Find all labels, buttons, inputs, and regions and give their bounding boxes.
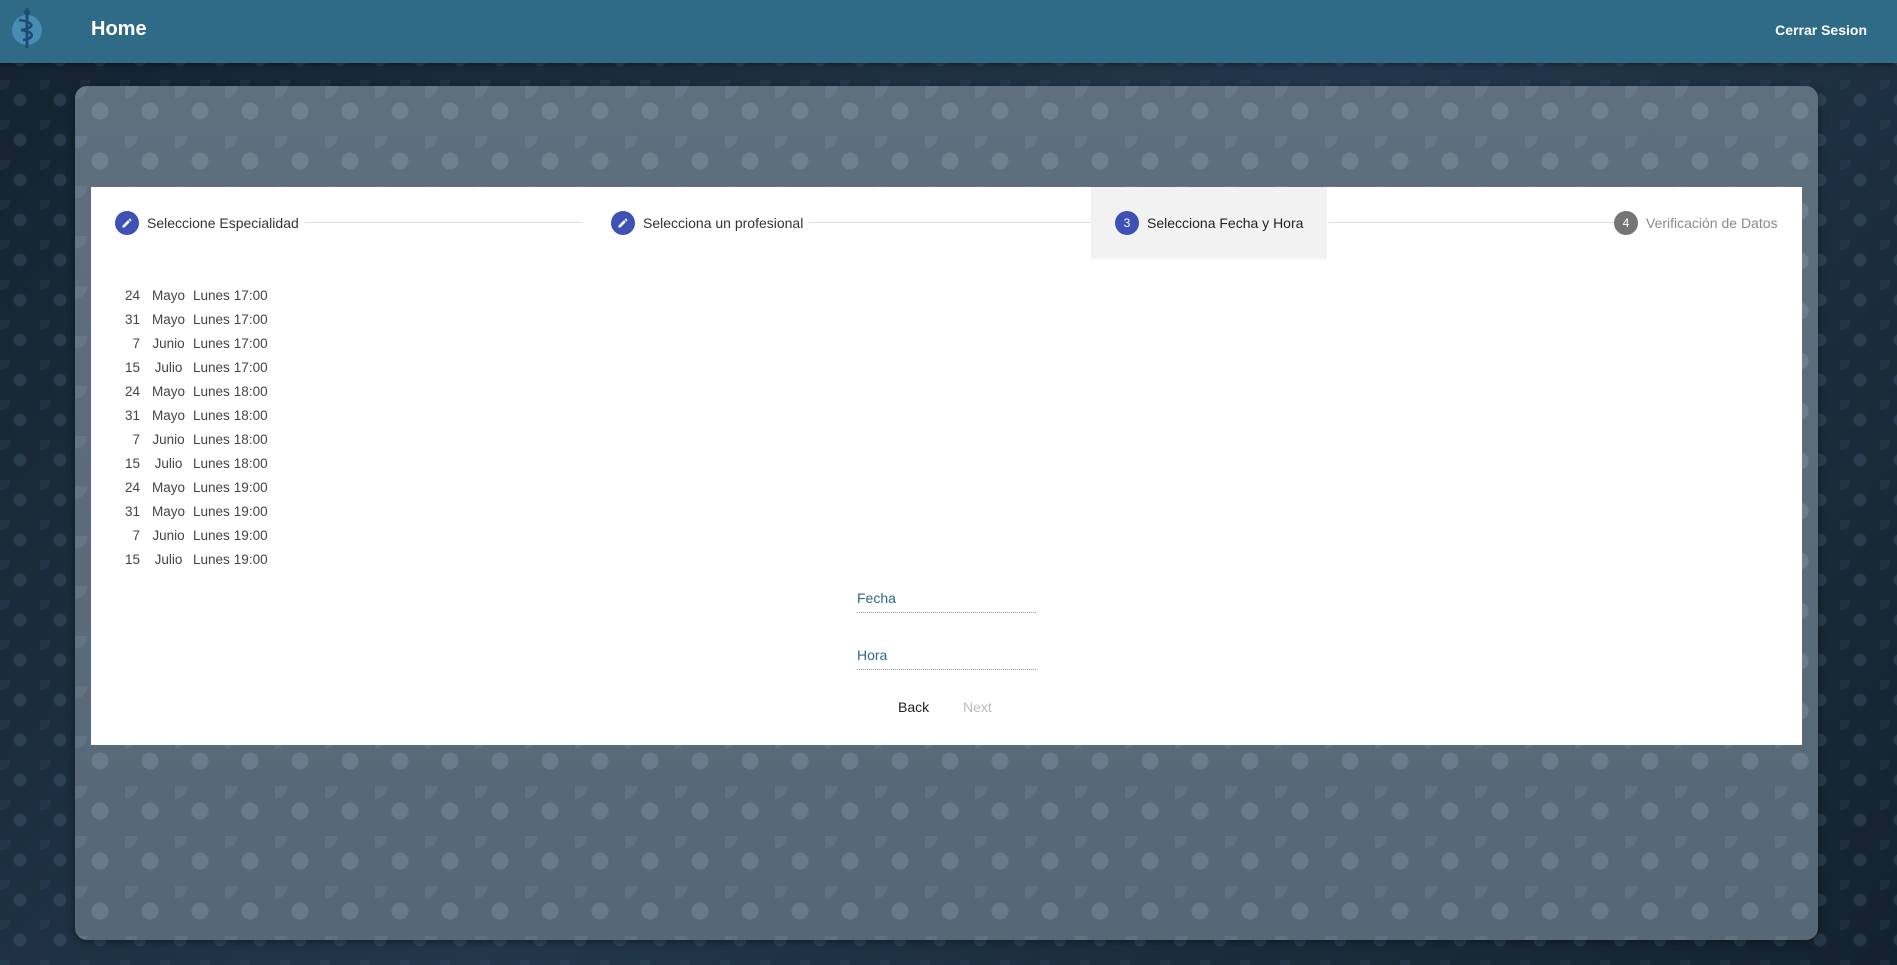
slot-day: 31 [124, 503, 140, 519]
slot-item[interactable]: 15 Julio Lunes 18:00 [121, 451, 268, 475]
slot-month: Mayo [151, 479, 185, 495]
app-title: Home [91, 18, 147, 40]
slot-day: 31 [124, 311, 140, 327]
pencil-icon [611, 211, 635, 235]
slot-time: 18:00 [233, 431, 268, 447]
slot-weekday: Lunes [193, 311, 230, 327]
step-seleccione-especialidad[interactable]: Seleccione Especialidad [115, 187, 299, 259]
stepper: Seleccione Especialidad Selecciona un pr… [91, 187, 1802, 259]
slot-weekday: Lunes [193, 359, 230, 375]
slot-time: 17:00 [233, 359, 268, 375]
slot-item[interactable]: 24 Mayo Lunes 19:00 [121, 475, 268, 499]
slot-day: 24 [124, 383, 140, 399]
slot-item[interactable]: 31 Mayo Lunes 19:00 [121, 499, 268, 523]
slot-month: Mayo [151, 503, 185, 519]
slot-time: 19:00 [233, 527, 268, 543]
slot-month: Mayo [151, 311, 185, 327]
slot-month: Junio [152, 527, 185, 543]
step-number: 4 [1614, 211, 1638, 235]
step-selecciona-fecha-hora[interactable]: 3 Selecciona Fecha y Hora [1091, 187, 1328, 259]
slot-weekday: Lunes [193, 455, 230, 471]
slot-day: 31 [124, 407, 140, 423]
top-app-bar: Home Cerrar Sesion [0, 0, 1897, 63]
step-selecciona-profesional[interactable]: Selecciona un profesional [611, 187, 803, 259]
fecha-input[interactable] [857, 586, 1040, 614]
slot-month: Julio [154, 551, 183, 567]
slot-month: Mayo [151, 407, 185, 423]
slot-weekday: Lunes [193, 431, 230, 447]
step-connector [809, 222, 1115, 223]
slot-item[interactable]: 7 Junio Lunes 17:00 [121, 331, 268, 355]
hora-field[interactable]: Hora [857, 643, 1040, 671]
slot-weekday: Lunes [193, 503, 230, 519]
logout-button[interactable]: Cerrar Sesion [1775, 22, 1867, 38]
slot-time: 19:00 [233, 479, 268, 495]
available-slots-list: 24 Mayo Lunes 17:00 31 Mayo Lunes 17:00 7 Junio… [121, 283, 268, 571]
slot-month: Mayo [151, 383, 185, 399]
slot-day: 15 [124, 551, 140, 567]
slot-time: 18:00 [233, 455, 268, 471]
step-label: Selecciona Fecha y Hora [1147, 215, 1304, 231]
slot-weekday: Lunes [193, 335, 230, 351]
slot-item[interactable]: 24 Mayo Lunes 17:00 [121, 283, 268, 307]
step-connector [1329, 222, 1621, 223]
step-label: Seleccione Especialidad [147, 215, 299, 231]
fecha-field[interactable]: Fecha [857, 586, 1040, 614]
step-verificacion-datos[interactable]: 4 Verificación de Datos [1614, 187, 1778, 259]
slot-item[interactable]: 31 Mayo Lunes 17:00 [121, 307, 268, 331]
slot-month: Mayo [151, 287, 185, 303]
appointment-card: Seleccione Especialidad Selecciona un pr… [91, 187, 1802, 745]
slot-weekday: Lunes [193, 551, 230, 567]
slot-weekday: Lunes [193, 383, 230, 399]
slot-day: 24 [124, 287, 140, 303]
slot-weekday: Lunes [193, 527, 230, 543]
step-number: 3 [1115, 211, 1139, 235]
slot-month: Julio [154, 455, 183, 471]
medical-caduceus-icon[interactable] [9, 6, 45, 50]
slot-item[interactable]: 31 Mayo Lunes 18:00 [121, 403, 268, 427]
slot-weekday: Lunes [193, 479, 230, 495]
step-connector [305, 222, 582, 223]
slot-weekday: Lunes [193, 287, 230, 303]
slot-time: 17:00 [233, 335, 268, 351]
slot-month: Julio [154, 359, 183, 375]
slot-time: 19:00 [233, 551, 268, 567]
slot-weekday: Lunes [193, 407, 230, 423]
slot-day: 15 [124, 359, 140, 375]
slot-day: 15 [124, 455, 140, 471]
slot-time: 17:00 [233, 311, 268, 327]
slot-item[interactable]: 15 Julio Lunes 19:00 [121, 547, 268, 571]
slot-time: 17:00 [233, 287, 268, 303]
slot-day: 7 [132, 335, 140, 351]
step-label: Verificación de Datos [1646, 215, 1778, 231]
back-button[interactable]: Back [890, 693, 937, 721]
slot-month: Junio [152, 431, 185, 447]
step-label: Selecciona un profesional [643, 215, 804, 231]
slot-day: 7 [132, 527, 140, 543]
slot-day: 24 [124, 479, 140, 495]
slot-item[interactable]: 24 Mayo Lunes 18:00 [121, 379, 268, 403]
slot-month: Junio [152, 335, 185, 351]
slot-time: 18:00 [233, 383, 268, 399]
slot-item[interactable]: 7 Junio Lunes 19:00 [121, 523, 268, 547]
next-button[interactable]: Next [955, 693, 1000, 721]
slot-time: 19:00 [233, 503, 268, 519]
slot-day: 7 [132, 431, 140, 447]
slot-item[interactable]: 15 Julio Lunes 17:00 [121, 355, 268, 379]
pencil-icon [115, 211, 139, 235]
slot-time: 18:00 [233, 407, 268, 423]
slot-item[interactable]: 7 Junio Lunes 18:00 [121, 427, 268, 451]
hora-input[interactable] [857, 643, 1040, 671]
